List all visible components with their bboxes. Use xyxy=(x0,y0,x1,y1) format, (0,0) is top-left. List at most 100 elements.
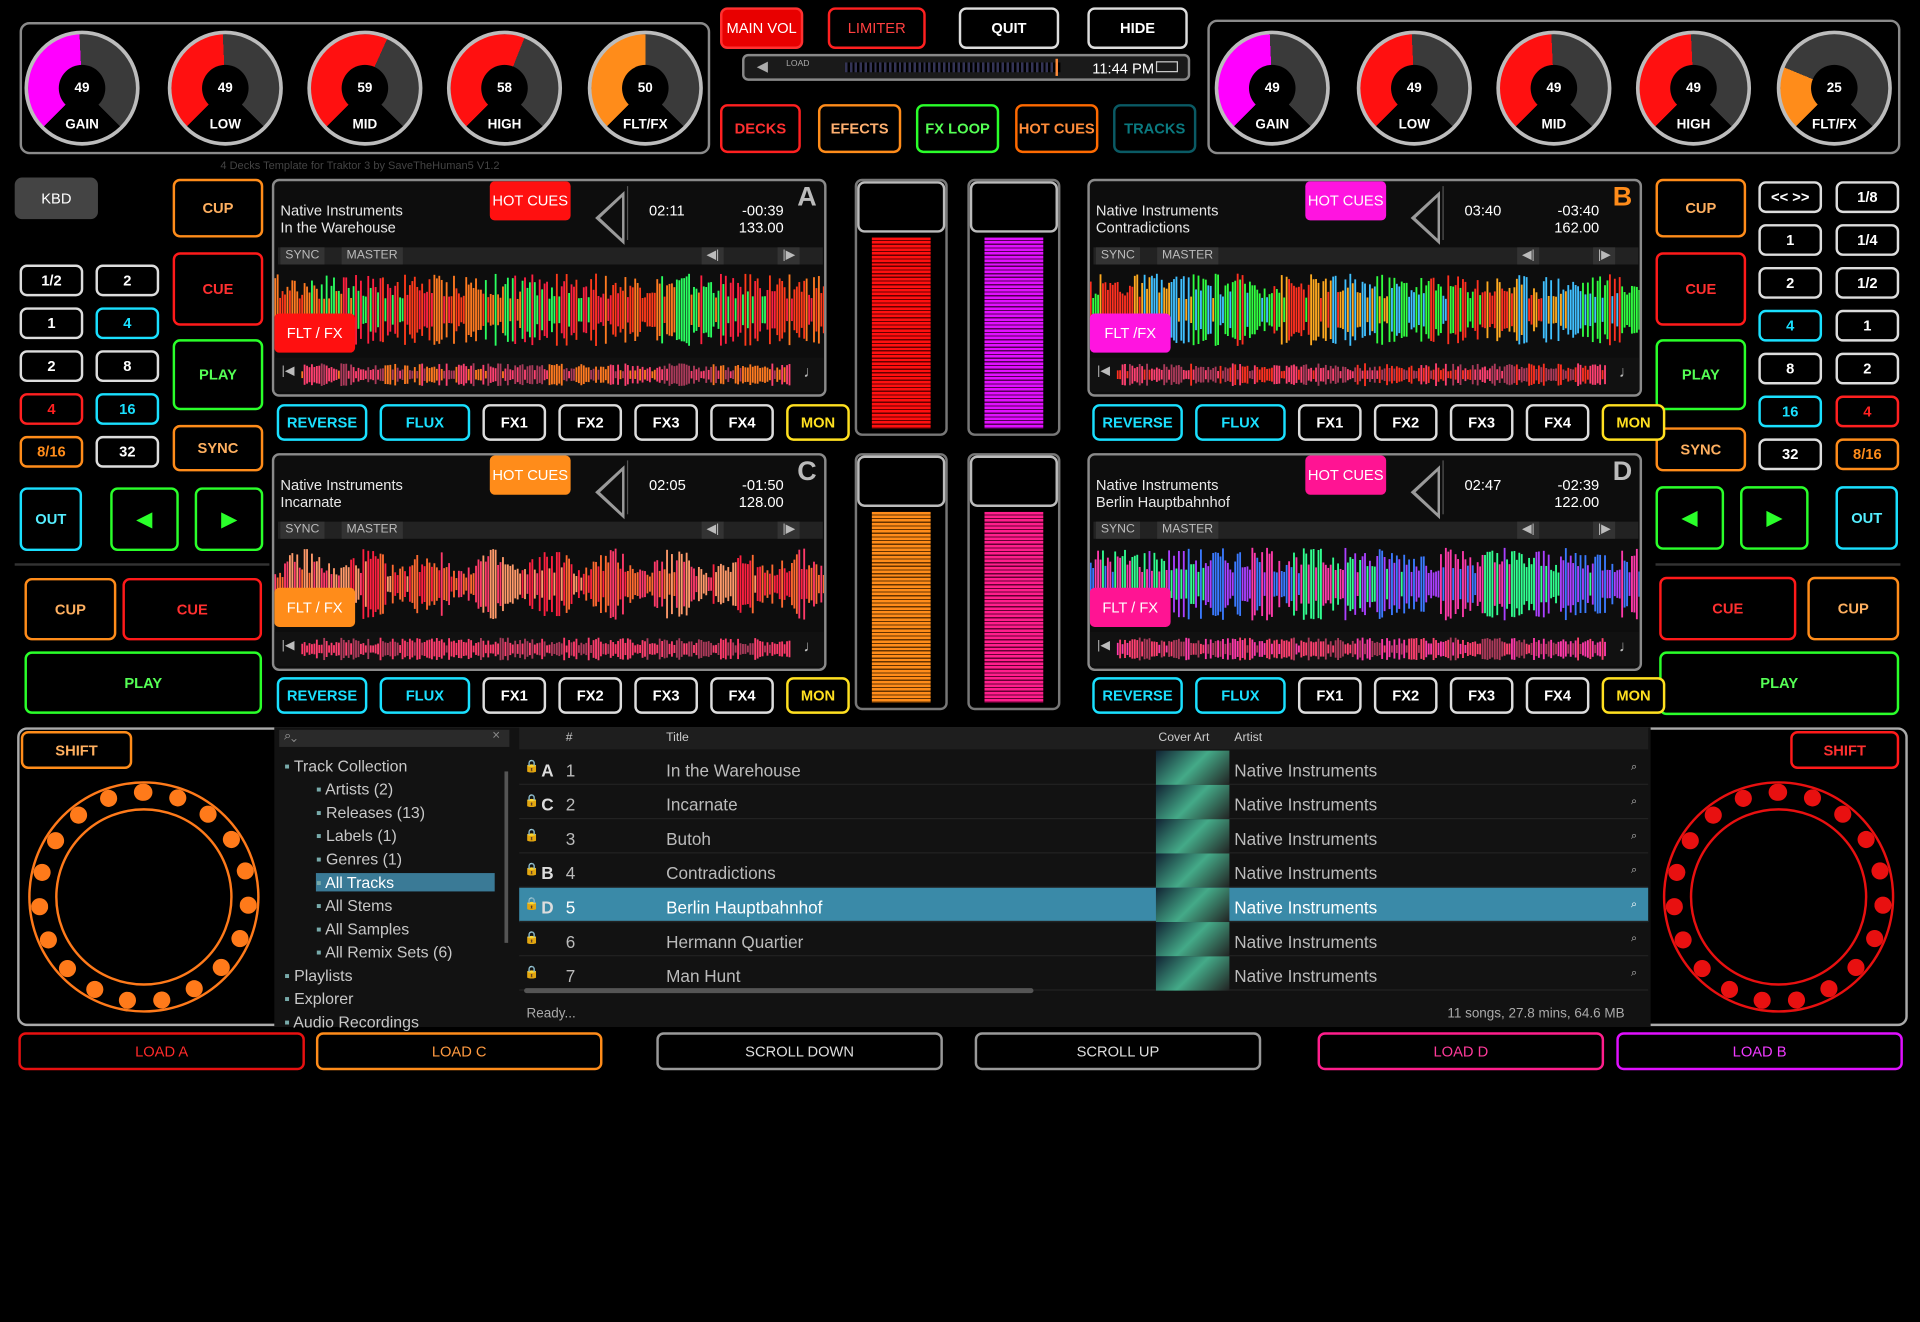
preview-icon[interactable]: ⌕ xyxy=(1631,966,1637,979)
stripe-waveform[interactable]: |◀ ♩ xyxy=(274,631,825,667)
knob-gain-right[interactable]: 49 GAIN xyxy=(1214,30,1330,146)
tree-item[interactable]: ▪ Audio Recordings xyxy=(284,1013,419,1031)
shift-button-right[interactable]: SHIFT xyxy=(1790,731,1900,769)
cup-button-d[interactable]: CUP xyxy=(1807,576,1900,641)
table-row[interactable]: 🔒 B 4 Contradictions Native Instruments … xyxy=(519,853,1649,888)
cue-button-c[interactable]: CUE xyxy=(122,577,263,641)
mon-button[interactable]: MON xyxy=(1601,677,1666,714)
main-vol-button[interactable]: MAIN VOL xyxy=(720,7,804,49)
fx2-button[interactable]: FX2 xyxy=(558,404,623,441)
waveform[interactable] xyxy=(1089,541,1640,627)
loop-size-button[interactable]: 32 xyxy=(95,435,160,468)
loop-size-button[interactable]: 1/2 xyxy=(19,264,84,297)
fx3-button[interactable]: FX3 xyxy=(1449,677,1514,714)
loop-size-button[interactable]: 1 xyxy=(1758,224,1823,256)
jog-wheel-right[interactable] xyxy=(1665,783,1892,1011)
flux-button[interactable]: FLUX xyxy=(1195,404,1286,441)
loop-size-button[interactable]: 8/16 xyxy=(1835,438,1900,471)
fx1-button[interactable]: FX1 xyxy=(482,677,547,714)
master-button[interactable]: MASTER xyxy=(1157,247,1218,265)
channel-fader-a[interactable] xyxy=(854,178,948,436)
loop-size-button[interactable]: 4 xyxy=(1758,309,1823,342)
knob-flt-fx-left[interactable]: 50 FLT/FX xyxy=(587,30,703,146)
knob-gain-left[interactable]: 49 GAIN xyxy=(24,30,140,146)
fx1-button[interactable]: FX1 xyxy=(1297,404,1362,441)
loop-size-button[interactable]: 16 xyxy=(1758,395,1823,428)
loop-size-button[interactable]: 2 xyxy=(1758,266,1823,299)
fader-cap[interactable] xyxy=(857,455,946,507)
beatjump-fwd-icon[interactable]: |▶ xyxy=(777,247,800,265)
beatjump-back-icon[interactable]: ◀| xyxy=(701,521,725,539)
preview-icon[interactable]: ⌕ xyxy=(1631,863,1637,876)
reverse-button[interactable]: REVERSE xyxy=(1092,677,1183,714)
load-d-button[interactable]: LOAD D xyxy=(1317,1032,1605,1071)
tree-item[interactable]: ▪ All Stems xyxy=(316,896,392,914)
knob-mid-right[interactable]: 49 MID xyxy=(1496,30,1612,146)
flux-button[interactable]: FLUX xyxy=(1195,677,1286,714)
deck-back-icon[interactable] xyxy=(595,465,625,520)
quit-button[interactable]: QUIT xyxy=(958,7,1060,49)
preview-icon[interactable]: ⌕ xyxy=(1631,760,1637,773)
cup-button-a[interactable]: CUP xyxy=(172,178,264,238)
load-a-button[interactable]: LOAD A xyxy=(18,1032,305,1071)
stripe-waveform[interactable]: |◀ ♩ xyxy=(1089,357,1640,392)
beatjump-fwd-icon[interactable]: |▶ xyxy=(1593,521,1616,539)
mon-button[interactable]: MON xyxy=(1601,404,1666,441)
stripe-waveform[interactable]: |◀ ♩ xyxy=(1089,631,1640,667)
loop-size-button[interactable]: 4 xyxy=(95,307,160,340)
beatjump-fwd-icon[interactable]: |▶ xyxy=(1593,247,1616,265)
hot-cues-toggle[interactable]: HOT CUES xyxy=(1305,181,1387,221)
next-button-right[interactable]: ▶ xyxy=(1740,486,1809,550)
loop-size-button[interactable]: 2 xyxy=(1835,352,1900,385)
master-button[interactable]: MASTER xyxy=(341,521,403,539)
deck-back-icon[interactable] xyxy=(595,191,625,245)
out-button-left[interactable]: OUT xyxy=(19,487,83,552)
next-button-left[interactable]: ▶ xyxy=(194,487,264,552)
flux-button[interactable]: FLUX xyxy=(379,677,471,714)
fx1-button[interactable]: FX1 xyxy=(1297,677,1362,714)
beatjump-back-icon[interactable]: ◀| xyxy=(1517,521,1540,539)
preview-icon[interactable]: ⌕ xyxy=(1631,932,1637,945)
loop-size-button[interactable]: 1/2 xyxy=(1835,266,1900,299)
kbd-button[interactable]: KBD xyxy=(14,177,98,220)
hot-cues-button[interactable]: HOT CUES xyxy=(1015,104,1099,154)
master-button[interactable]: MASTER xyxy=(341,247,403,265)
fx-loop-button[interactable]: FX LOOP xyxy=(915,104,1000,154)
loop-size-button[interactable]: 1/4 xyxy=(1835,224,1900,256)
deck-back-icon[interactable] xyxy=(1410,191,1441,245)
sync-button-a[interactable]: SYNC xyxy=(172,424,264,472)
beatjump-back-icon[interactable]: ◀| xyxy=(1517,247,1540,265)
deck-back-icon[interactable] xyxy=(1410,465,1441,520)
col-header-num[interactable]: # xyxy=(566,731,573,744)
knob-low-left[interactable]: 49 LOW xyxy=(167,30,283,146)
reverse-button[interactable]: REVERSE xyxy=(276,404,368,441)
waveform[interactable] xyxy=(274,541,825,627)
play-button-c[interactable]: PLAY xyxy=(24,651,263,714)
flux-button[interactable]: FLUX xyxy=(379,404,471,441)
col-header-title[interactable]: Title xyxy=(666,731,689,744)
knob-low-right[interactable]: 49 LOW xyxy=(1356,30,1472,146)
cue-button-d[interactable]: CUE xyxy=(1659,576,1797,641)
beatjump-fwd-icon[interactable]: |▶ xyxy=(777,521,800,539)
cup-button-c[interactable]: CUP xyxy=(24,577,117,641)
load-b-button[interactable]: LOAD B xyxy=(1616,1032,1903,1071)
fader-cap[interactable] xyxy=(857,181,946,233)
table-row[interactable]: 🔒 3 Butoh Native Instruments ⌕ xyxy=(519,819,1649,854)
play-button-a[interactable]: PLAY xyxy=(172,339,264,411)
fx4-button[interactable]: FX4 xyxy=(1525,404,1590,441)
waveform[interactable] xyxy=(1089,267,1640,353)
preview-icon[interactable]: ⌕ xyxy=(1631,829,1637,842)
loop-size-button[interactable]: 4 xyxy=(19,393,84,425)
channel-fader-b[interactable] xyxy=(967,178,1061,436)
fx4-button[interactable]: FX4 xyxy=(710,677,774,714)
fx1-button[interactable]: FX1 xyxy=(482,404,547,441)
stripe-waveform[interactable]: |◀ ♩ xyxy=(274,357,825,392)
loop-size-button[interactable]: 8/16 xyxy=(19,435,84,468)
sync-button[interactable]: SYNC xyxy=(280,521,325,539)
out-button-right[interactable]: OUT xyxy=(1835,486,1898,550)
table-row[interactable]: 🔒 C 2 Incarnate Native Instruments ⌕ xyxy=(519,784,1649,820)
loop-size-button[interactable]: 1 xyxy=(1835,309,1900,342)
hot-cues-toggle[interactable]: HOT CUES xyxy=(1305,455,1387,495)
reverse-button[interactable]: REVERSE xyxy=(1092,404,1183,441)
load-c-button[interactable]: LOAD C xyxy=(315,1032,603,1071)
